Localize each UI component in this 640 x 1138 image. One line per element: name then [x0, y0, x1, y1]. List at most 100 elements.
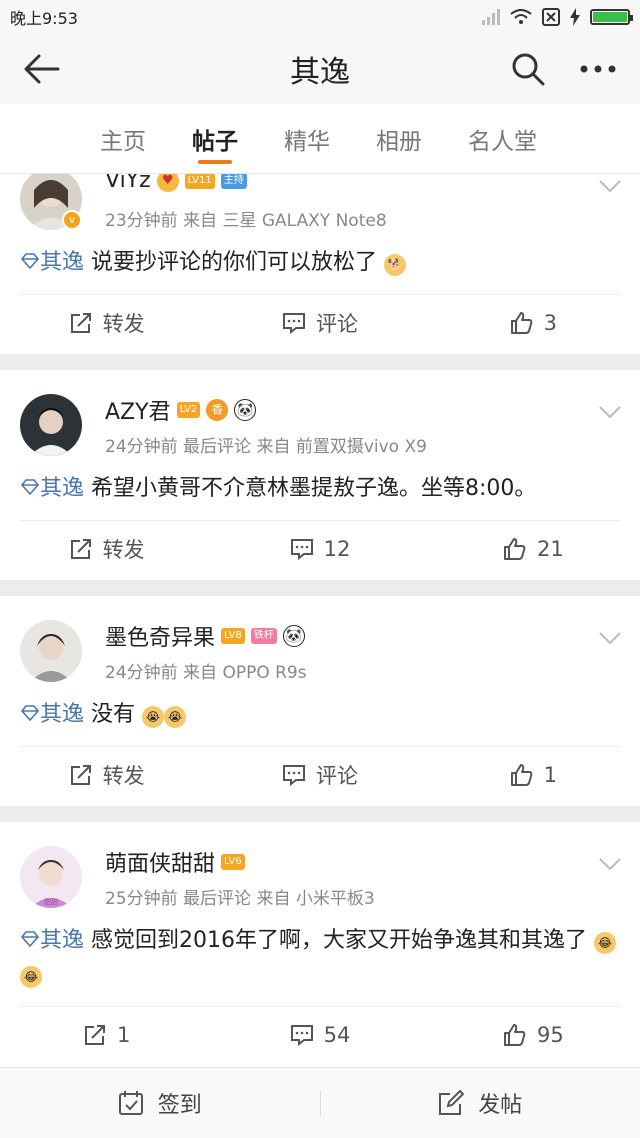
post-text: 感觉回到2016年了啊，大家又开始争逸其和其逸了 — [91, 928, 588, 953]
username: ViYz — [105, 174, 151, 193]
diamond-icon — [20, 705, 40, 722]
post-card[interactable]: AZY君 LV2 香 🐼 24分钟前 最后评论 来自 前置双摄vivo X9 其… — [0, 370, 640, 580]
thumbs-up-icon — [503, 538, 526, 560]
more-dots-icon — [580, 65, 616, 73]
comment-icon — [290, 1025, 313, 1047]
level-badge: LV2 — [176, 402, 201, 418]
calendar-check-icon — [118, 1091, 143, 1115]
laugh-cry-emoji-icon: 😂 — [594, 932, 617, 954]
topic-tag[interactable]: 其逸 — [20, 476, 84, 501]
new-post-button[interactable]: 发帖 — [321, 1087, 640, 1119]
tab-album[interactable]: 相册 — [376, 104, 422, 174]
doge-emoji-icon: 🐕 — [384, 254, 407, 276]
verified-badge-icon: v — [62, 210, 82, 230]
thumbs-up-icon — [503, 1024, 526, 1046]
post-author[interactable]: 萌面侠甜甜 LV6 — [105, 846, 245, 878]
post-meta: 24分钟前 最后评论 来自 前置双摄vivo X9 — [105, 437, 427, 457]
like-button[interactable]: 3 — [427, 295, 640, 351]
avatar[interactable]: 甜甜 — [20, 846, 82, 908]
username: 萌面侠甜甜 — [105, 852, 216, 877]
post-meta: 25分钟前 最后评论 来自 小米平板3 — [105, 889, 375, 909]
post-body[interactable]: 其逸 希望小黄哥不介意林墨提敖子逸。坐等8:00。 — [20, 472, 620, 506]
like-button[interactable]: 21 — [427, 521, 640, 577]
tab-home[interactable]: 主页 — [100, 104, 146, 174]
diamond-icon — [20, 253, 40, 270]
like-count: 21 — [536, 537, 564, 561]
post-body[interactable]: 其逸 感觉回到2016年了啊，大家又开始争逸其和其逸了 😂 😂 — [20, 924, 620, 992]
cry-emoji-icon: 😭 — [142, 706, 165, 728]
tab-posts[interactable]: 帖子 — [192, 104, 238, 174]
post-actions: 1 54 95 — [0, 1007, 640, 1063]
topic-tag[interactable]: 其逸 — [20, 702, 84, 727]
repost-button[interactable]: 转发 — [0, 521, 213, 577]
chevron-down-icon[interactable] — [598, 174, 622, 198]
repost-icon — [70, 539, 91, 559]
diamond-icon — [20, 931, 40, 948]
status-bar: 晚上9:53 — [0, 0, 640, 34]
avatar[interactable] — [20, 394, 82, 456]
checkin-button[interactable]: 签到 — [0, 1087, 320, 1119]
cry-emoji-icon: 😭 — [164, 706, 187, 728]
level-badge: LV11 — [184, 174, 215, 189]
like-count: 3 — [543, 311, 557, 335]
diamond-icon — [20, 479, 40, 496]
thumbs-up-icon — [510, 764, 532, 786]
repost-icon — [84, 1025, 105, 1045]
back-button[interactable] — [20, 47, 64, 91]
chevron-down-icon[interactable] — [598, 400, 622, 424]
post-author[interactable]: 墨色奇异果 LV8 铁杆 🐼 — [105, 620, 305, 652]
search-button[interactable] — [506, 47, 550, 91]
app-header: 其逸 — [0, 34, 640, 104]
repost-button[interactable]: 转发 — [0, 295, 213, 351]
post-card[interactable]: 墨色奇异果 LV8 铁杆 🐼 24分钟前 来自 OPPO R9s 其逸 没有 😭… — [0, 596, 640, 806]
panda-icon: 🐼 — [234, 399, 257, 421]
signal-icon — [482, 9, 500, 25]
topic-tag[interactable]: 其逸 — [20, 928, 84, 953]
chevron-down-icon[interactable] — [598, 852, 622, 876]
post-card[interactable]: v ViYz ♥ LV11 主持 23分钟前 来自 三星 GALAXY Note… — [0, 174, 640, 354]
like-count: 95 — [536, 1023, 564, 1047]
level-badge: LV6 — [221, 854, 245, 870]
post-body[interactable]: 其逸 没有 😭 😭 — [20, 698, 620, 732]
post-actions: 转发 12 21 — [0, 521, 640, 577]
post-card[interactable]: 甜甜 萌面侠甜甜 LV6 25分钟前 最后评论 来自 小米平板3 其逸 感觉回到… — [0, 822, 640, 1067]
checkin-label: 签到 — [157, 1093, 202, 1118]
repost-count: 1 — [116, 1023, 131, 1047]
tab-featured[interactable]: 精华 — [284, 104, 330, 174]
chevron-down-icon[interactable] — [598, 626, 622, 650]
comment-icon — [290, 539, 313, 561]
post-author[interactable]: AZY君 LV2 香 🐼 — [105, 394, 257, 426]
status-icons — [482, 8, 633, 26]
post-author[interactable]: ViYz ♥ LV11 主持 — [105, 174, 247, 193]
post-text: 希望小黄哥不介意林墨提敖子逸。坐等8:00。 — [91, 476, 537, 501]
more-button[interactable] — [576, 47, 620, 91]
tab-hall-of-fame[interactable]: 名人堂 — [468, 104, 537, 174]
level-badge: LV8 — [221, 628, 245, 644]
sim-off-icon — [542, 8, 560, 26]
like-button[interactable]: 95 — [427, 1007, 640, 1063]
username: 墨色奇异果 — [105, 626, 216, 651]
charging-icon — [570, 8, 580, 26]
bottom-bar: 签到 发帖 — [0, 1067, 640, 1138]
post-actions: 转发 评论 1 — [0, 747, 640, 803]
topic-tag[interactable]: 其逸 — [20, 250, 84, 275]
repost-button[interactable]: 转发 — [0, 747, 213, 803]
comment-icon — [282, 765, 305, 787]
comment-button[interactable]: 54 — [213, 1007, 426, 1063]
repost-label: 转发 — [102, 312, 145, 336]
avatar[interactable] — [20, 620, 82, 682]
comment-button[interactable]: 12 — [213, 521, 426, 577]
post-body[interactable]: 其逸 说要抄评论的你们可以放松了 🐕 — [20, 246, 620, 280]
battery-icon — [590, 9, 633, 25]
repost-button[interactable]: 1 — [0, 1007, 213, 1063]
like-button[interactable]: 1 — [427, 747, 640, 803]
comment-label: 评论 — [315, 312, 358, 336]
comment-button[interactable]: 评论 — [213, 747, 426, 803]
comment-button[interactable]: 评论 — [213, 295, 426, 351]
member-heart-icon: ♥ — [156, 174, 179, 192]
repost-icon — [70, 313, 91, 333]
tab-bar: 主页 帖子 精华 相册 名人堂 — [0, 104, 640, 174]
repost-icon — [70, 765, 91, 785]
panda-icon: 🐼 — [282, 625, 305, 647]
comment-count: 54 — [323, 1023, 351, 1047]
